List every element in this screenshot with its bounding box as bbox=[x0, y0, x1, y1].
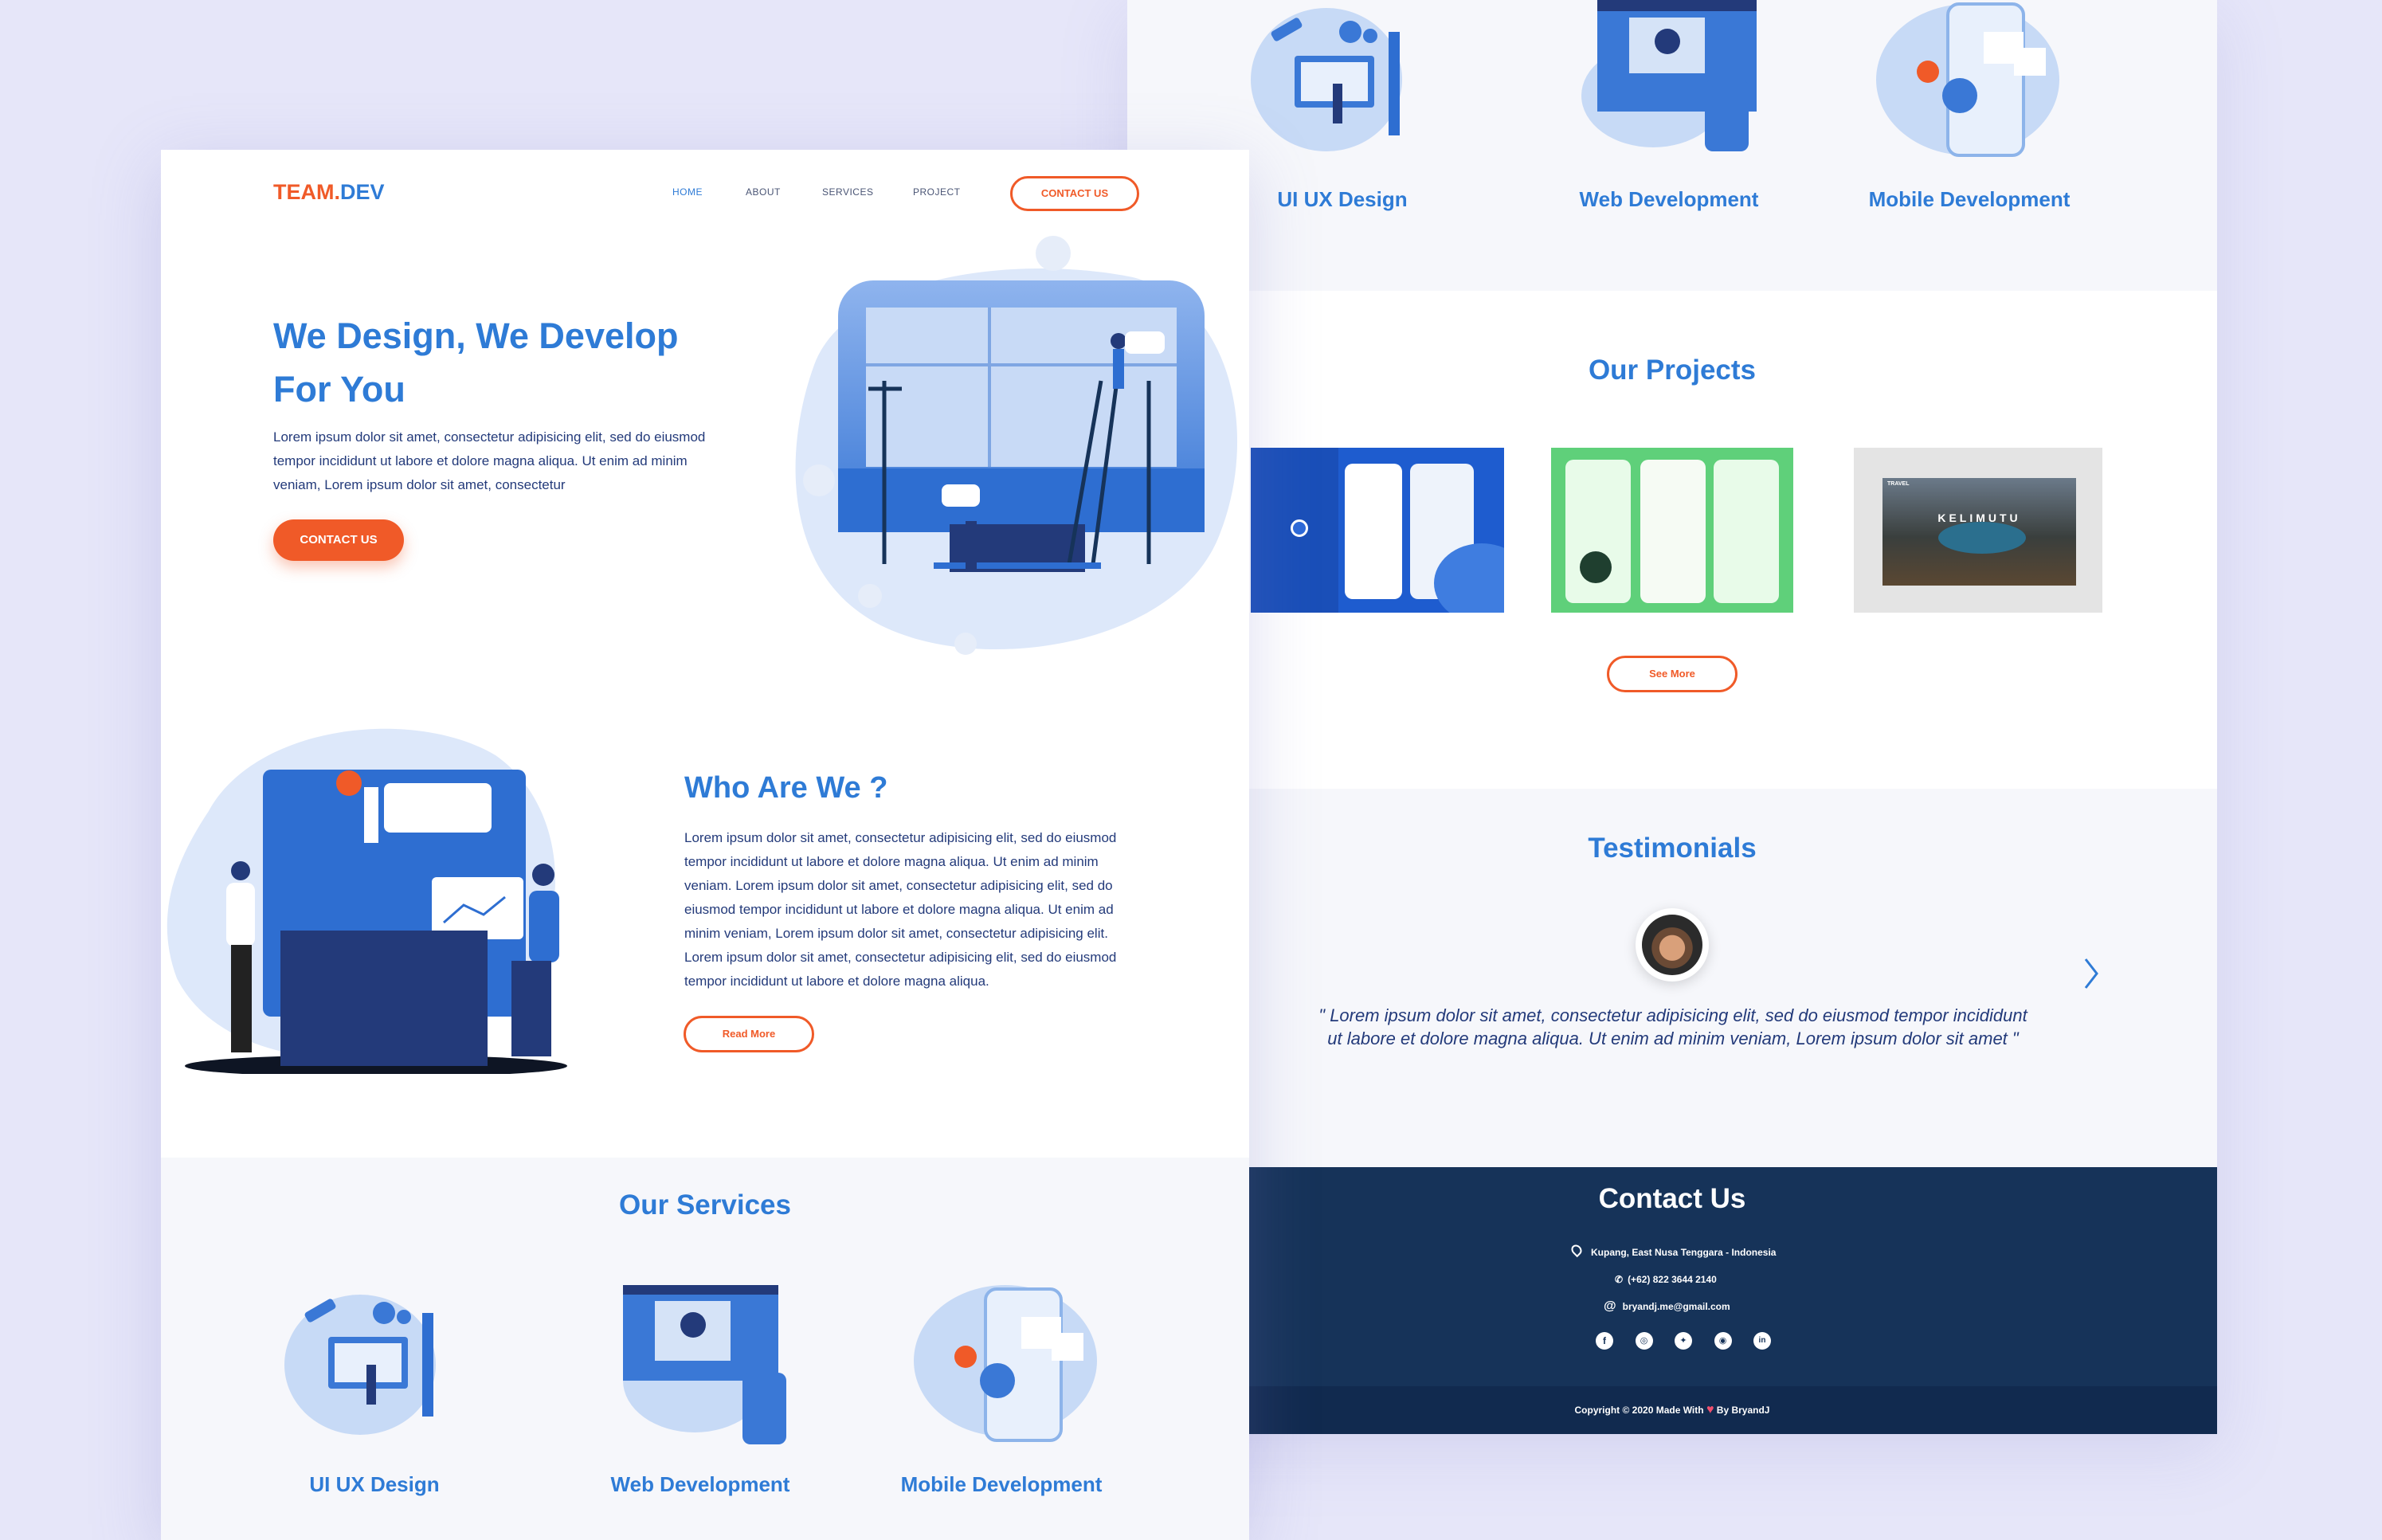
service-name: Web Development bbox=[1579, 187, 1759, 211]
phone-icon: ✆ bbox=[1615, 1274, 1624, 1285]
instagram-icon[interactable]: ◎ bbox=[1635, 1332, 1653, 1350]
ui-ux-illustration bbox=[284, 1295, 436, 1435]
hero-contact-button[interactable]: CONTACT US bbox=[273, 519, 404, 561]
contact-phone: ✆ (+62) 822 3644 2140 bbox=[1565, 1266, 1868, 1293]
address-text: Kupang, East Nusa Tenggara - Indonesia bbox=[1591, 1247, 1777, 1258]
about-illustration bbox=[167, 728, 567, 1074]
mobile-dev-illustration bbox=[1876, 2, 2059, 157]
hero-text: Lorem ipsum dolor sit amet, consectetur … bbox=[273, 429, 706, 492]
nav-about[interactable]: ABOUT bbox=[746, 186, 822, 198]
project-card-1[interactable] bbox=[1251, 448, 1504, 613]
heart-icon: ♥ bbox=[1706, 1403, 1714, 1417]
project-title: KELIMUTU bbox=[1937, 511, 2021, 524]
twitter-icon[interactable]: ✦ bbox=[1675, 1332, 1692, 1350]
service-name: Mobile Development bbox=[1868, 187, 2071, 211]
services-section-back: UI UX Design Web Development Mobile Deve… bbox=[1127, 0, 2217, 291]
services-section: Our Services UI UX Design Web Developmen… bbox=[161, 1158, 1249, 1540]
avatar bbox=[1636, 908, 1709, 982]
testimonials-section: Testimonials " Lorem ipsum dolor sit ame… bbox=[1127, 789, 2217, 1167]
hero-illustration bbox=[795, 236, 1238, 655]
copyright-text: Copyright © 2020 Made With bbox=[1574, 1405, 1704, 1416]
section-title: Contact Us bbox=[1598, 1183, 1746, 1214]
project-brand: TRAVEL bbox=[1887, 481, 1910, 487]
social-links: f ◎ ✦ ◉ in bbox=[1596, 1332, 1771, 1350]
about-text: Lorem ipsum dolor sit amet, consectetur … bbox=[684, 830, 1117, 989]
read-more-button[interactable]: Read More bbox=[684, 1016, 814, 1052]
whatsapp-icon[interactable]: ◉ bbox=[1714, 1332, 1732, 1350]
section-title: Our Services bbox=[619, 1189, 791, 1221]
phone-text: (+62) 822 3644 2140 bbox=[1628, 1274, 1717, 1285]
nav-services[interactable]: SERVICES bbox=[822, 186, 913, 198]
service-name: UI UX Design bbox=[309, 1472, 440, 1496]
service-name: Web Development bbox=[610, 1472, 790, 1496]
hero-title: We Design, We Develop For You bbox=[273, 309, 678, 416]
main-nav: HOME ABOUT SERVICES PROJECT bbox=[672, 186, 961, 198]
contact-email[interactable]: @ bryandj.me@gmail.com bbox=[1565, 1293, 1868, 1320]
chevron-right-icon[interactable] bbox=[2079, 956, 2103, 991]
at-icon: @ bbox=[1604, 1299, 1616, 1313]
ui-ux-illustration bbox=[1251, 8, 1402, 151]
front-page: TEAM.DEV HOME ABOUT SERVICES PROJECT CON… bbox=[161, 150, 1249, 1540]
copyright-author: By BryandJ bbox=[1716, 1405, 1770, 1416]
brand-part1: TEAM. bbox=[273, 180, 340, 204]
web-dev-illustration bbox=[1581, 0, 1757, 151]
service-name: Mobile Development bbox=[900, 1472, 1103, 1496]
section-title: Our Projects bbox=[1588, 355, 1757, 386]
web-dev-illustration bbox=[623, 1285, 786, 1444]
testimonial-quote: " Lorem ipsum dolor sit amet, consectetu… bbox=[1318, 1005, 2027, 1048]
contact-section: Contact Us Kupang, East Nusa Tenggara - … bbox=[1127, 1167, 2217, 1386]
location-icon bbox=[1569, 1242, 1585, 1258]
email-text: bryandj.me@gmail.com bbox=[1622, 1301, 1730, 1312]
brand-part2: DEV bbox=[340, 180, 385, 204]
about-title: Who Are We ? bbox=[684, 771, 888, 805]
hero-title-line2: For You bbox=[273, 369, 405, 409]
project-card-2[interactable] bbox=[1551, 448, 1793, 613]
project-card-3[interactable]: KELIMUTU TRAVEL bbox=[1854, 448, 2102, 613]
contact-address: Kupang, East Nusa Tenggara - Indonesia bbox=[1565, 1239, 1868, 1266]
contact-us-nav-button[interactable]: CONTACT US bbox=[1010, 176, 1139, 211]
facebook-icon[interactable]: f bbox=[1596, 1332, 1613, 1350]
section-title: Testimonials bbox=[1588, 833, 1757, 864]
hero-title-line1: We Design, We Develop bbox=[273, 315, 679, 356]
nav-project[interactable]: PROJECT bbox=[913, 186, 961, 198]
brand-logo[interactable]: TEAM.DEV bbox=[273, 180, 385, 205]
footer: Copyright © 2020 Made With ♥ By BryandJ bbox=[1127, 1386, 2217, 1434]
linkedin-icon[interactable]: in bbox=[1753, 1332, 1771, 1350]
mobile-dev-illustration bbox=[914, 1285, 1097, 1442]
projects-section: Our Projects KELIMUTU TRAVEL See More bbox=[1127, 291, 2217, 789]
see-more-button[interactable]: See More bbox=[1607, 656, 1738, 692]
back-page: UI UX Design Web Development Mobile Deve… bbox=[1127, 0, 2217, 1434]
nav-home[interactable]: HOME bbox=[672, 186, 746, 198]
